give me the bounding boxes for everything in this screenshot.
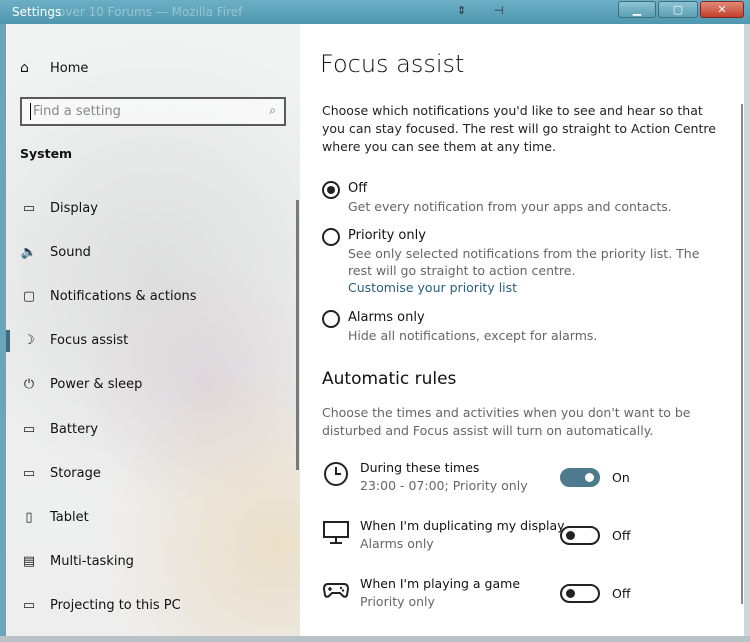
- sidebar: ⌂ Home ⌕ System ▭ Display 🔈 Sound ▢ Notificat…: [6, 24, 300, 636]
- search-icon[interactable]: ⌕: [269, 103, 276, 118]
- radio-alarms-only-desc: Hide all notifications, except for alarm…: [348, 328, 598, 343]
- automatic-rules-heading: Automatic rules: [322, 369, 457, 389]
- speaker-icon: 🔈: [20, 244, 38, 260]
- rule-state: Off: [612, 586, 631, 601]
- radio-alarms-only-label: Alarms only: [348, 310, 425, 325]
- radio-off-label: Off: [348, 181, 368, 196]
- notification-icon: ▢: [22, 288, 36, 304]
- projecting-icon: ▭: [22, 598, 36, 614]
- radio-priority-only-desc: See only selected notifications from the…: [348, 246, 700, 278]
- storage-icon: ▭: [22, 465, 36, 481]
- title-bar[interactable]: Settings over 10 Forums — Mozilla Firef …: [0, 0, 750, 24]
- rule-sub: Priority only: [360, 594, 435, 609]
- search-box[interactable]: ⌕: [20, 97, 286, 126]
- tablet-icon: ▯: [25, 509, 33, 525]
- radio-priority-only[interactable]: Priority only See only selected notifica…: [322, 227, 722, 297]
- sidebar-item-label: Battery: [50, 421, 99, 437]
- radio-off-desc: Get every notification from your apps an…: [348, 199, 672, 214]
- nav-home-label: Home: [50, 60, 89, 76]
- battery-icon: ▭: [22, 421, 36, 437]
- sidebar-item-label: Focus assist: [50, 333, 129, 349]
- sidebar-item-label: Tablet: [50, 509, 89, 525]
- sidebar-item-power-sleep[interactable]: ⏻ Power & sleep: [6, 363, 296, 407]
- radio-priority-only-button[interactable]: [322, 228, 340, 246]
- rule-toggle-during-these-times[interactable]: [560, 468, 600, 487]
- intro-text: Choose which notifications you'd like to…: [322, 103, 716, 154]
- power-icon: ⏻: [23, 377, 35, 393]
- radio-alarms-only[interactable]: Alarms only Hide all notifications, exce…: [322, 309, 722, 344]
- sidebar-item-label: Multi-tasking: [50, 554, 134, 570]
- sidebar-item-focus-assist[interactable]: ☽ Focus assist: [6, 319, 296, 363]
- sidebar-item-multi-tasking[interactable]: ▤ Multi-tasking: [6, 540, 296, 584]
- monitor-icon: [323, 521, 349, 544]
- rule-name: During these times: [360, 460, 480, 475]
- rule-name: When I'm playing a game: [360, 576, 521, 591]
- sidebar-item-tablet[interactable]: ▯ Tablet: [6, 495, 296, 539]
- sidebar-item-label: Notifications & actions: [50, 288, 197, 304]
- focus-mode-radio-group: Off Get every notification from your app…: [322, 180, 722, 356]
- rule-name: When I'm duplicating my display: [360, 518, 565, 533]
- radio-alarms-only-button[interactable]: [322, 310, 340, 328]
- radio-priority-only-label: Priority only: [348, 228, 426, 243]
- sidebar-item-label: Projecting to this PC: [50, 598, 181, 614]
- pin-icon: ⊣: [494, 4, 504, 17]
- maximize-button[interactable]: ▢: [658, 1, 698, 18]
- background-window-title: over 10 Forums — Mozilla Firef: [58, 5, 243, 19]
- rule-sub: 23:00 - 07:00; Priority only: [360, 478, 528, 493]
- gamepad-icon: [322, 583, 350, 598]
- rule-sub: Alarms only: [360, 536, 434, 551]
- window-title: Settings: [12, 5, 62, 19]
- multitasking-icon: ▤: [22, 554, 36, 570]
- search-input[interactable]: [30, 103, 250, 120]
- rule-playing-game[interactable]: When I'm playing a game Priority only Of…: [322, 576, 722, 616]
- sidebar-item-display[interactable]: ▭ Display: [6, 186, 296, 230]
- sidebar-item-label: Power & sleep: [50, 377, 143, 393]
- automatic-rules-desc: Choose the times and activities when you…: [322, 405, 691, 438]
- radio-off-button[interactable]: [322, 181, 340, 199]
- display-icon: ▭: [22, 200, 36, 216]
- desktop-background-right: [744, 24, 750, 642]
- page-title: Focus assist: [320, 50, 465, 78]
- minimize-button[interactable]: ▁: [618, 1, 656, 18]
- nav-list: ▭ Display 🔈 Sound ▢ Notifications & actions ☽ F…: [6, 186, 296, 628]
- sidebar-item-label: Display: [50, 200, 98, 216]
- content-pane: Focus assist Choose which notifications …: [300, 24, 744, 636]
- scroll-arrows-icon: ⇕: [457, 4, 467, 17]
- sidebar-item-projecting-to-this-pc[interactable]: ▭ Projecting to this PC: [6, 584, 296, 628]
- rule-toggle-playing-game[interactable]: [560, 584, 600, 603]
- sidebar-item-label: Sound: [50, 244, 91, 260]
- rule-state: Off: [612, 528, 631, 543]
- radio-off[interactable]: Off Get every notification from your app…: [322, 180, 722, 215]
- home-icon: ⌂: [20, 60, 29, 76]
- customise-priority-list-link[interactable]: Customise your priority list: [348, 279, 722, 297]
- moon-icon: ☽: [23, 333, 35, 349]
- sidebar-item-sound[interactable]: 🔈 Sound: [6, 230, 296, 274]
- nav-home[interactable]: ⌂ Home: [20, 60, 88, 76]
- settings-window: ⌂ Home ⌕ System ▭ Display 🔈 Sound ▢ Notificat…: [6, 24, 744, 636]
- rule-during-these-times[interactable]: During these times 23:00 - 07:00; Priori…: [322, 460, 722, 500]
- clock-icon: [324, 462, 348, 486]
- sidebar-scrollbar[interactable]: [296, 200, 299, 470]
- desktop-background-bottom: [0, 636, 750, 642]
- close-button[interactable]: ✕: [700, 1, 744, 18]
- sidebar-item-label: Storage: [50, 465, 101, 481]
- section-label: System: [20, 146, 73, 161]
- rule-state: On: [612, 470, 630, 485]
- sidebar-item-storage[interactable]: ▭ Storage: [6, 451, 296, 495]
- sidebar-item-notifications-actions[interactable]: ▢ Notifications & actions: [6, 274, 296, 318]
- rule-duplicating-display[interactable]: When I'm duplicating my display Alarms o…: [322, 518, 722, 558]
- rule-toggle-duplicating-display[interactable]: [560, 526, 600, 545]
- sidebar-item-battery[interactable]: ▭ Battery: [6, 407, 296, 451]
- content-scrollbar[interactable]: [741, 104, 743, 604]
